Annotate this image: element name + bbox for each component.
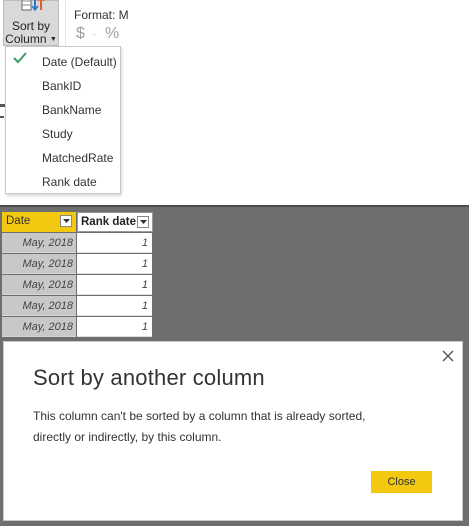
rank-date-cell[interactable]: 1	[77, 317, 152, 337]
rank-date-cell[interactable]: 1	[77, 275, 152, 295]
table-row: May, 2018 1	[2, 296, 152, 316]
dialog-message-line2: directly or indirectly, by this column.	[33, 430, 222, 444]
background-fragment	[0, 116, 4, 118]
close-icon[interactable]	[441, 349, 455, 363]
sort-error-dialog: Sort by another column This column can't…	[3, 341, 463, 521]
rank-date-cell[interactable]: 1	[77, 233, 152, 253]
sort-by-column-icon	[21, 0, 45, 11]
menu-item-date-default[interactable]: Date (Default)	[6, 49, 120, 73]
menu-item-rank-date[interactable]: Rank date	[6, 169, 120, 193]
column-header-date[interactable]: Date	[2, 212, 76, 232]
table-row: May, 2018 1	[2, 233, 152, 253]
date-cell[interactable]: May, 2018	[2, 317, 76, 337]
checkmark-icon	[13, 52, 27, 64]
sort-by-column-button[interactable]: Sort by Column ▼	[3, 0, 59, 46]
menu-item-study[interactable]: Study	[6, 121, 120, 145]
rank-date-cell[interactable]: 1	[77, 296, 152, 316]
table-row: May, 2018 1	[2, 254, 152, 274]
menu-item-label: Study	[42, 127, 73, 141]
menu-item-matchedrate[interactable]: MatchedRate	[6, 145, 120, 169]
column-header-label: Date	[6, 215, 31, 227]
close-button[interactable]: Close	[371, 471, 432, 493]
menu-item-label: BankName	[42, 103, 102, 117]
rank-date-cell[interactable]: 1	[77, 254, 152, 274]
menu-item-label: MatchedRate	[42, 151, 114, 165]
date-cell[interactable]: May, 2018	[2, 233, 76, 253]
workspace-bottom	[0, 521, 469, 526]
sort-by-column-label-text: Column	[5, 32, 47, 46]
menu-item-label: Date (Default)	[42, 55, 117, 69]
filter-dropdown-button[interactable]	[60, 215, 72, 227]
chevron-down-icon	[140, 220, 147, 224]
menu-item-bankid[interactable]: BankID	[6, 73, 120, 97]
column-header-label: Rank date	[81, 216, 136, 228]
menu-item-bankname[interactable]: BankName	[6, 97, 120, 121]
sort-by-column-label-line2: Column ▼	[4, 33, 58, 46]
menu-item-label: BankID	[42, 79, 82, 93]
chevron-down-icon	[63, 219, 70, 223]
sort-by-column-menu: Date (Default) BankID BankName Study Mat…	[5, 46, 121, 194]
divider	[0, 205, 469, 207]
table-row: May, 2018 1	[2, 317, 152, 337]
format-label: Format: M	[74, 8, 129, 22]
percent-format-button[interactable]: %	[105, 25, 119, 43]
dialog-title: Sort by another column	[33, 365, 265, 390]
date-cell[interactable]: May, 2018	[2, 296, 76, 316]
currency-format-button[interactable]: $	[76, 25, 85, 43]
date-cell[interactable]: May, 2018	[2, 275, 76, 295]
chevron-down-icon: ▼	[49, 36, 57, 43]
currency-format-dropdown-icon[interactable]: -	[93, 30, 96, 39]
table-row: May, 2018 1	[2, 275, 152, 295]
dialog-message-line1: This column can't be sorted by a column …	[33, 409, 366, 423]
format-group: Format: M $ - %	[65, 0, 129, 46]
date-cell[interactable]: May, 2018	[2, 254, 76, 274]
filter-dropdown-button[interactable]	[137, 216, 149, 228]
column-header-rank-date[interactable]: Rank date	[77, 212, 153, 232]
menu-item-label: Rank date	[42, 175, 97, 189]
